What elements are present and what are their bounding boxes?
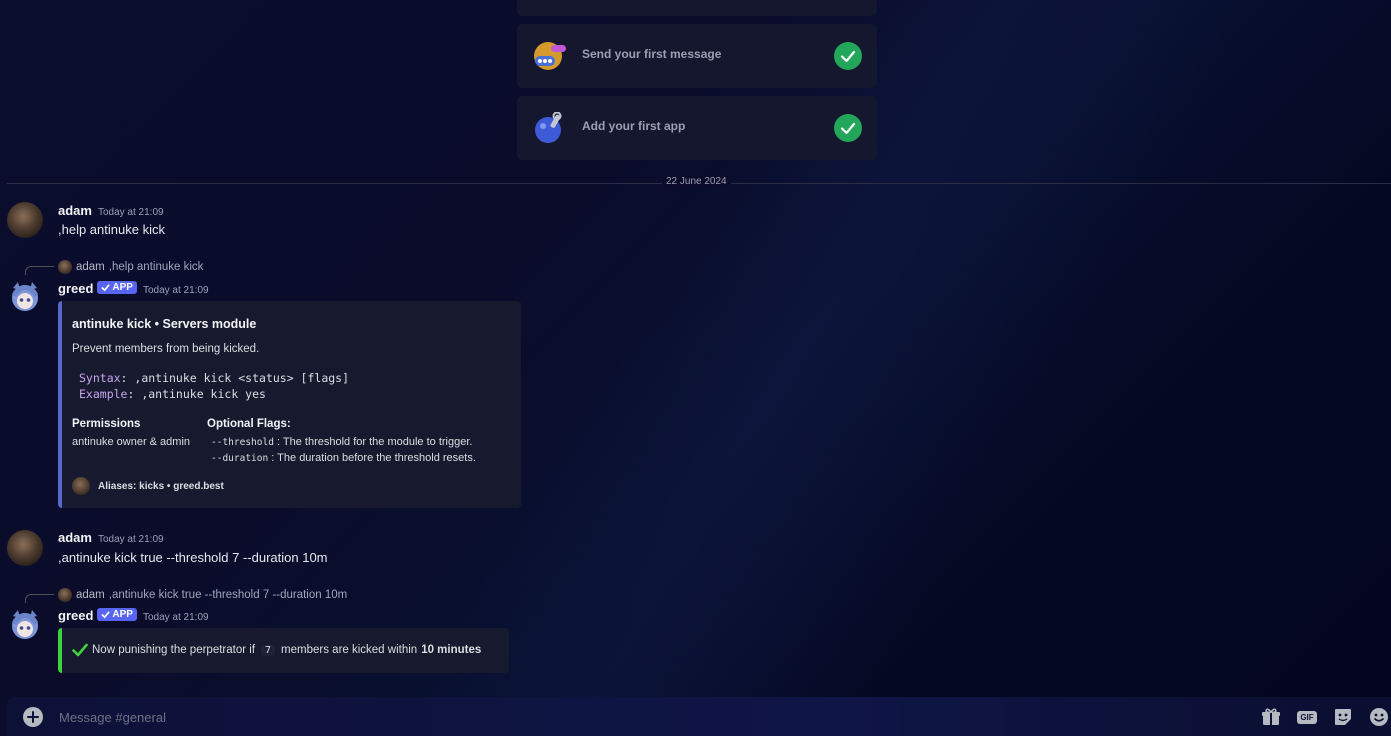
sticker-button[interactable] (1332, 707, 1354, 727)
add-attachment-button[interactable] (23, 707, 43, 727)
flag-name: --duration (211, 453, 269, 464)
message-header: greed APP Today at 21:09 (58, 608, 209, 623)
kick-count: 7 (261, 644, 276, 656)
verified-check-icon (101, 611, 111, 619)
avatar (58, 588, 72, 602)
gift-button[interactable] (1260, 707, 1282, 727)
footer-text: Aliases: kicks • greed.best (98, 480, 224, 492)
checkmark-icon (72, 643, 88, 657)
syntax-value: : ,antinuke kick <status> [flags] (120, 371, 350, 385)
flag-duration: --duration : The duration before the thr… (211, 452, 476, 464)
message-header: adam Today at 21:09 (58, 203, 164, 218)
timestamp: Today at 21:09 (97, 534, 164, 545)
plus-icon (27, 711, 39, 723)
avatar (58, 260, 72, 274)
timestamp: Today at 21:09 (142, 612, 209, 623)
app-wrench-icon (533, 111, 567, 144)
timestamp: Today at 21:09 (142, 285, 209, 296)
checkmark-icon (834, 114, 862, 142)
permissions-value: antinuke owner & admin (72, 436, 191, 448)
success-duration: 10 minutes (421, 644, 482, 656)
example-key: Example (79, 387, 128, 401)
author-name[interactable]: adam (58, 530, 92, 545)
success-prefix: Now punishing the perpetrator if (92, 644, 256, 656)
reply-connector (25, 266, 54, 275)
date-divider-label: 22 June 2024 (662, 176, 731, 187)
avatar[interactable] (7, 202, 43, 238)
message-text: ,antinuke kick true --threshold 7 --dura… (58, 550, 328, 565)
reply-preview[interactable]: adam ,help antinuke kick (58, 260, 203, 274)
flag-name: --threshold (211, 437, 274, 448)
author-name[interactable]: adam (58, 203, 92, 218)
gift-icon (1262, 708, 1280, 725)
reply-author: adam (76, 261, 105, 273)
chat-bubble-icon (533, 40, 567, 72)
checkmark-icon (834, 42, 862, 70)
message-header: adam Today at 21:09 (58, 530, 164, 545)
gif-button[interactable]: GIF (1296, 707, 1318, 727)
flags-label: Optional Flags: (207, 418, 291, 430)
message-composer: GIF (7, 697, 1391, 736)
author-name[interactable]: greed (58, 608, 93, 623)
app-badge: APP (97, 608, 137, 621)
onboarding-card-label: Add your first app (582, 119, 686, 133)
sticker-icon (1335, 709, 1351, 725)
app-badge-label: APP (112, 609, 133, 620)
permissions-label: Permissions (72, 418, 141, 430)
app-badge-label: APP (112, 282, 133, 293)
bot-avatar[interactable] (7, 280, 43, 316)
emoji-button[interactable] (1368, 707, 1390, 727)
help-embed: antinuke kick • Servers module Prevent m… (58, 301, 521, 508)
bot-avatar[interactable] (7, 608, 43, 644)
reply-text: ,help antinuke kick (108, 261, 204, 273)
onboarding-card-add-app[interactable]: Add your first app (517, 96, 877, 160)
success-middle: members are kicked within (281, 644, 418, 656)
onboarding-card-partial (517, 0, 877, 16)
reply-preview[interactable]: adam ,antinuke kick true --threshold 7 -… (58, 588, 347, 602)
example-line: Example: ,antinuke kick yes (79, 387, 266, 401)
embed-description: Prevent members from being kicked. (72, 343, 260, 355)
verified-check-icon (101, 284, 111, 292)
reply-author: adam (76, 589, 105, 601)
gif-icon: GIF (1297, 710, 1317, 724)
message-input[interactable] (57, 705, 1161, 729)
message-header: greed APP Today at 21:09 (58, 281, 209, 296)
emoji-icon (1370, 708, 1388, 726)
syntax-line: Syntax: ,antinuke kick <status> [flags] (79, 371, 349, 385)
embed-title: antinuke kick • Servers module (72, 317, 257, 331)
footer-avatar (72, 477, 90, 495)
message-text: ,help antinuke kick (58, 222, 165, 237)
timestamp: Today at 21:09 (97, 207, 164, 218)
reply-connector (25, 594, 54, 603)
author-name[interactable]: greed (58, 281, 93, 296)
reply-text: ,antinuke kick true --threshold 7 --dura… (108, 589, 348, 601)
success-text: Now punishing the perpetrator if 7 membe… (72, 643, 481, 657)
embed-footer: Aliases: kicks • greed.best (72, 477, 224, 495)
flag-threshold: --threshold : The threshold for the modu… (211, 436, 472, 448)
success-embed: Now punishing the perpetrator if 7 membe… (58, 628, 509, 673)
app-badge: APP (97, 281, 137, 294)
onboarding-card-label: Send your first message (582, 47, 722, 61)
flag-desc: : The duration before the threshold rese… (271, 452, 476, 464)
flag-desc: : The threshold for the module to trigge… (276, 436, 473, 448)
avatar[interactable] (7, 530, 43, 566)
example-value: : ,antinuke kick yes (127, 387, 266, 401)
syntax-key: Syntax (79, 371, 121, 385)
onboarding-card-first-message[interactable]: Send your first message (517, 24, 877, 88)
